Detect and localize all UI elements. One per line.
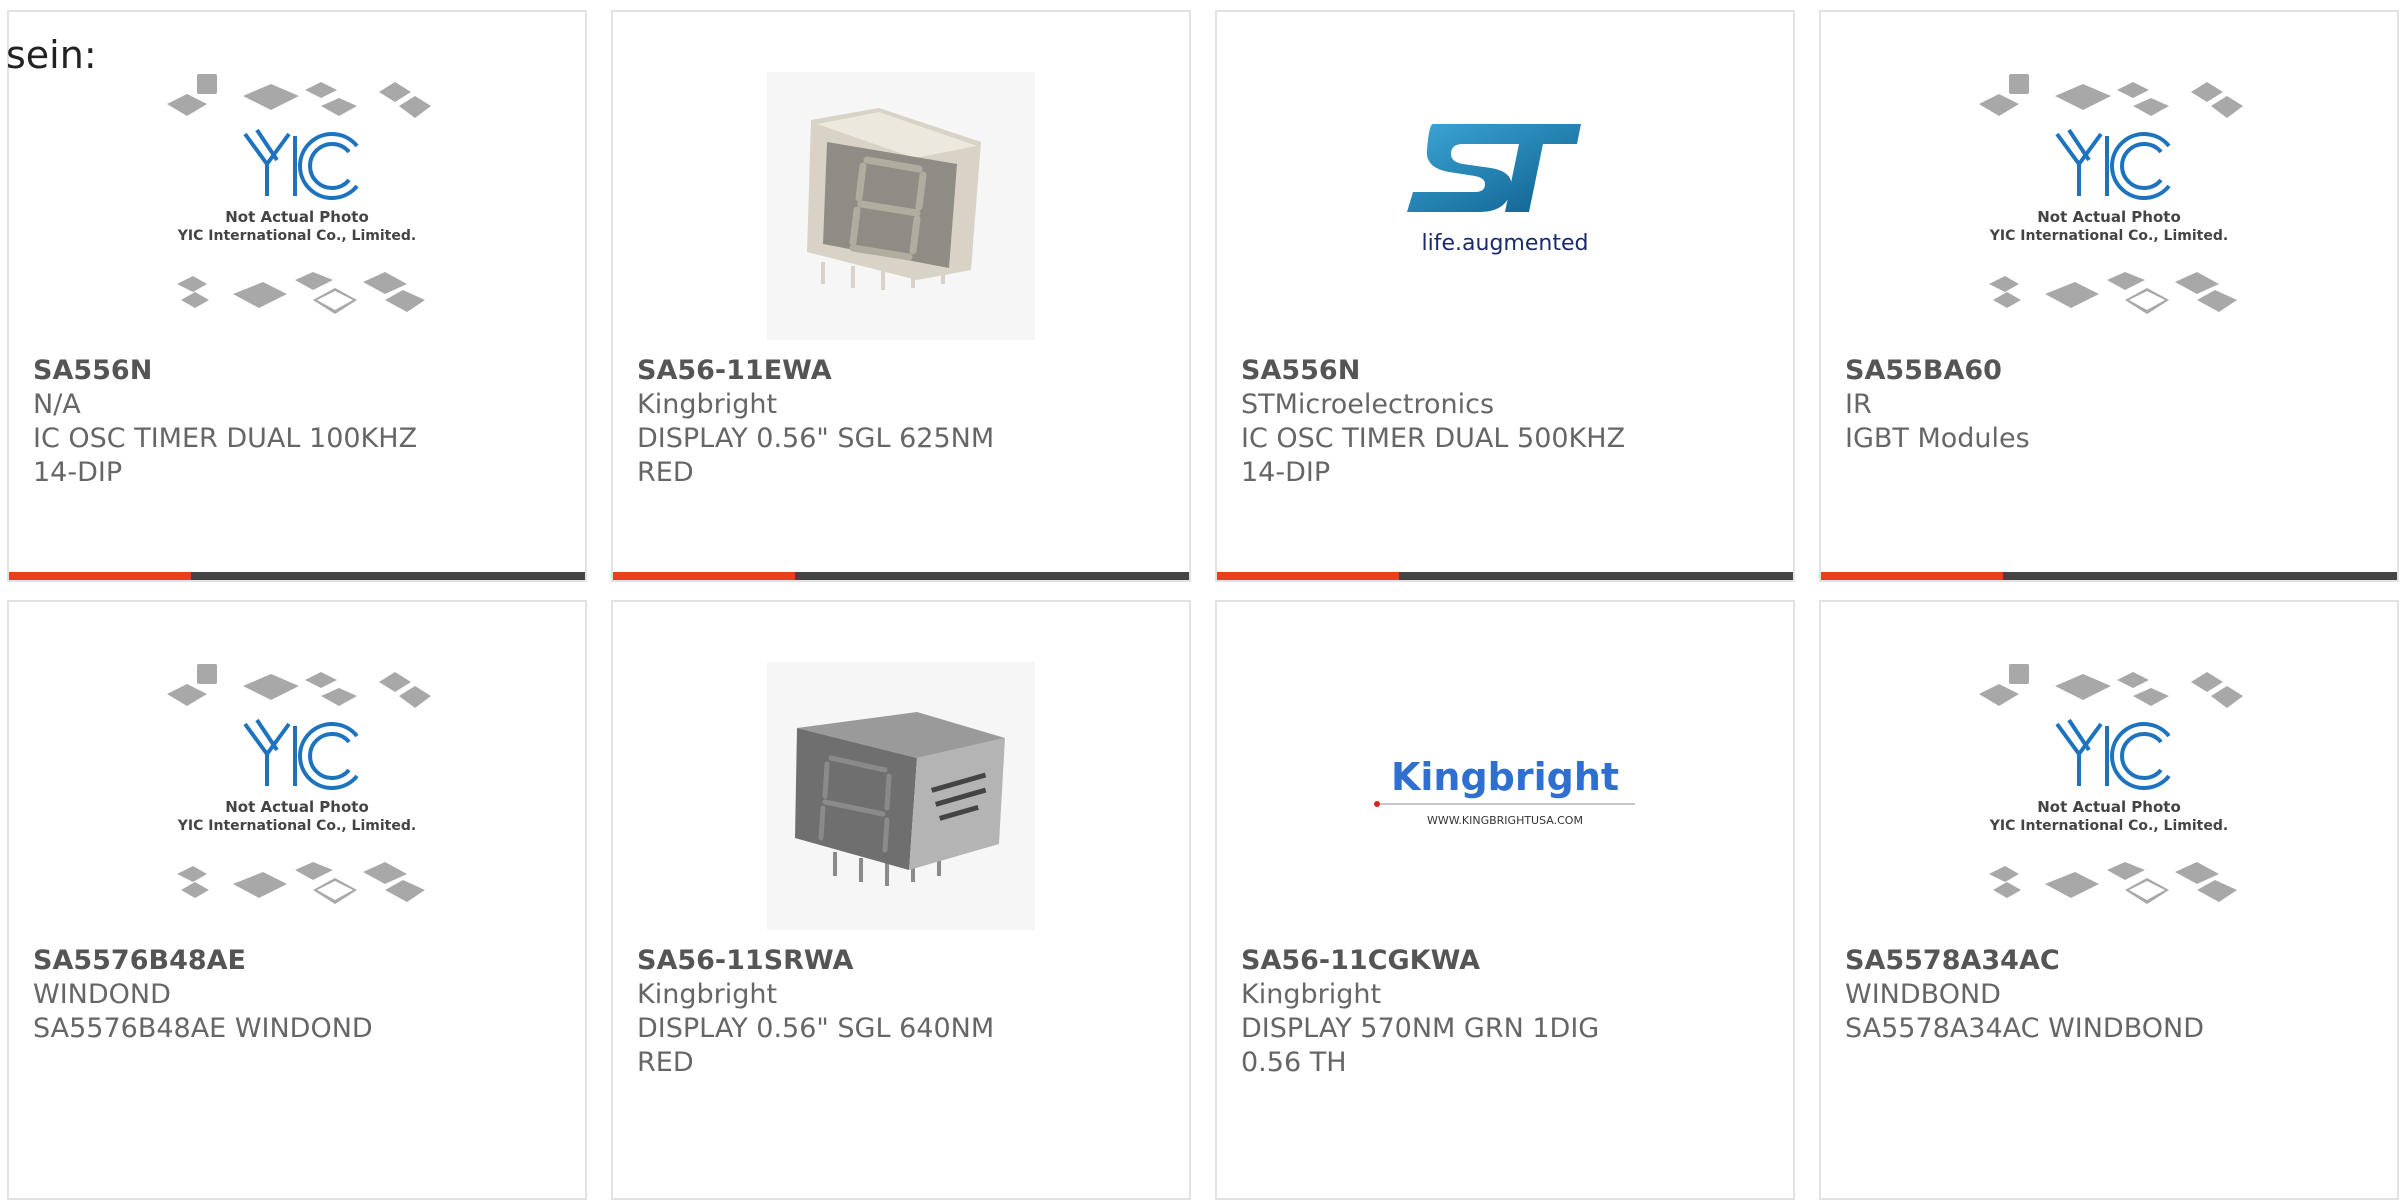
kingbright-brand: Kingbright bbox=[1391, 755, 1619, 799]
yic-notice-line2: YIC International Co., Limited. bbox=[1989, 228, 2228, 244]
manufacturer: Kingbright bbox=[1241, 979, 1382, 1010]
description: DISPLAY 0.56" SGL 625NM RED bbox=[637, 423, 995, 488]
card-bar-accent bbox=[9, 572, 191, 580]
product-info: SA556N N/A IC OSC TIMER DUAL 100KHZ 14-D… bbox=[33, 354, 453, 490]
card-bar bbox=[1217, 572, 1793, 580]
card-bar bbox=[9, 572, 585, 580]
description: SA5578A34AC WINDBOND bbox=[1845, 1013, 2205, 1044]
card-bar-accent bbox=[1217, 572, 1399, 580]
seven-segment-display-image bbox=[767, 72, 1035, 340]
product-card[interactable]: SA56-11EWA Kingbright DISPLAY 0.56" SGL … bbox=[611, 10, 1191, 582]
yic-notice-line1: Not Actual Photo bbox=[225, 208, 369, 226]
manufacturer: STMicroelectronics bbox=[1241, 389, 1495, 420]
product-info: SA56-11CGKWA Kingbright DISPLAY 570NM GR… bbox=[1241, 944, 1661, 1080]
product-card[interactable]: Not Actual Photo YIC International Co., … bbox=[1819, 10, 2399, 582]
yic-notice-line2: YIC International Co., Limited. bbox=[177, 818, 416, 834]
manufacturer: Kingbright bbox=[637, 979, 778, 1010]
yic-placeholder-image: Not Actual Photo YIC International Co., … bbox=[1975, 662, 2243, 930]
product-info: SA56-11EWA Kingbright DISPLAY 0.56" SGL … bbox=[637, 354, 1057, 490]
part-number[interactable]: SA556N bbox=[1241, 354, 1661, 388]
yic-notice-line2: YIC International Co., Limited. bbox=[177, 228, 416, 244]
product-info: SA55BA60 IR IGBT Modules bbox=[1845, 354, 2265, 456]
card-bar bbox=[1821, 572, 2397, 580]
product-card[interactable]: Not Actual Photo YIC International Co., … bbox=[7, 600, 587, 1200]
card-bar-accent bbox=[613, 572, 795, 580]
part-number[interactable]: SA56-11CGKWA bbox=[1241, 944, 1661, 978]
card-bar bbox=[613, 572, 1189, 580]
manufacturer: Kingbright bbox=[637, 389, 778, 420]
seven-segment-display-image bbox=[767, 662, 1035, 930]
kingbright-logo-image: Kingbright WWW.KINGBRIGHTUSA.COM bbox=[1371, 662, 1639, 930]
product-info: SA56-11SRWA Kingbright DISPLAY 0.56" SGL… bbox=[637, 944, 1057, 1080]
product-card[interactable]: life.augmented SA556N STMicroelectronics… bbox=[1215, 10, 1795, 582]
description: IC OSC TIMER DUAL 100KHZ 14-DIP bbox=[33, 423, 418, 488]
part-number[interactable]: SA56-11SRWA bbox=[637, 944, 1057, 978]
description: IC OSC TIMER DUAL 500KHZ 14-DIP bbox=[1241, 423, 1626, 488]
description: SA5576B48AE WINDOND bbox=[33, 1013, 373, 1044]
description: IGBT Modules bbox=[1845, 423, 2030, 454]
yic-notice-line1: Not Actual Photo bbox=[2037, 208, 2181, 226]
kingbright-url: WWW.KINGBRIGHTUSA.COM bbox=[1427, 814, 1583, 827]
description: DISPLAY 0.56" SGL 640NM RED bbox=[637, 1013, 995, 1078]
product-card[interactable]: Not Actual Photo YIC International Co., … bbox=[1819, 600, 2399, 1200]
manufacturer: IR bbox=[1845, 389, 1872, 420]
description: DISPLAY 570NM GRN 1DIG 0.56 TH bbox=[1241, 1013, 1600, 1078]
part-number[interactable]: SA56-11EWA bbox=[637, 354, 1057, 388]
product-info: SA5576B48AE WINDOND SA5576B48AE WINDOND bbox=[33, 944, 453, 1046]
part-number[interactable]: SA5576B48AE bbox=[33, 944, 453, 978]
card-bar-accent bbox=[1821, 572, 2003, 580]
yic-placeholder-image: Not Actual Photo YIC International Co., … bbox=[1975, 72, 2243, 340]
product-card[interactable]: Kingbright WWW.KINGBRIGHTUSA.COM SA56-11… bbox=[1215, 600, 1795, 1200]
yic-notice-line1: Not Actual Photo bbox=[225, 798, 369, 816]
part-number[interactable]: SA55BA60 bbox=[1845, 354, 2265, 388]
product-card[interactable]: Not Actual Photo YIC International Co., … bbox=[7, 10, 587, 582]
product-info: SA556N STMicroelectronics IC OSC TIMER D… bbox=[1241, 354, 1661, 490]
intro-text: sein: bbox=[6, 33, 97, 77]
manufacturer: N/A bbox=[33, 389, 81, 420]
yic-notice-line1: Not Actual Photo bbox=[2037, 798, 2181, 816]
yic-placeholder-image: Not Actual Photo YIC International Co., … bbox=[163, 662, 431, 930]
part-number[interactable]: SA5578A34AC bbox=[1845, 944, 2265, 978]
product-info: SA5578A34AC WINDBOND SA5578A34AC WINDBON… bbox=[1845, 944, 2265, 1046]
product-grid: Not Actual Photo YIC International Co., … bbox=[7, 10, 2399, 1200]
yic-placeholder-image: Not Actual Photo YIC International Co., … bbox=[163, 72, 431, 340]
yic-notice-line2: YIC International Co., Limited. bbox=[1989, 818, 2228, 834]
st-logo-image: life.augmented bbox=[1371, 72, 1639, 340]
manufacturer: WINDBOND bbox=[1845, 979, 2001, 1010]
product-card[interactable]: SA56-11SRWA Kingbright DISPLAY 0.56" SGL… bbox=[611, 600, 1191, 1200]
manufacturer: WINDOND bbox=[33, 979, 171, 1010]
st-tagline: life.augmented bbox=[1422, 231, 1589, 256]
part-number[interactable]: SA556N bbox=[33, 354, 453, 388]
